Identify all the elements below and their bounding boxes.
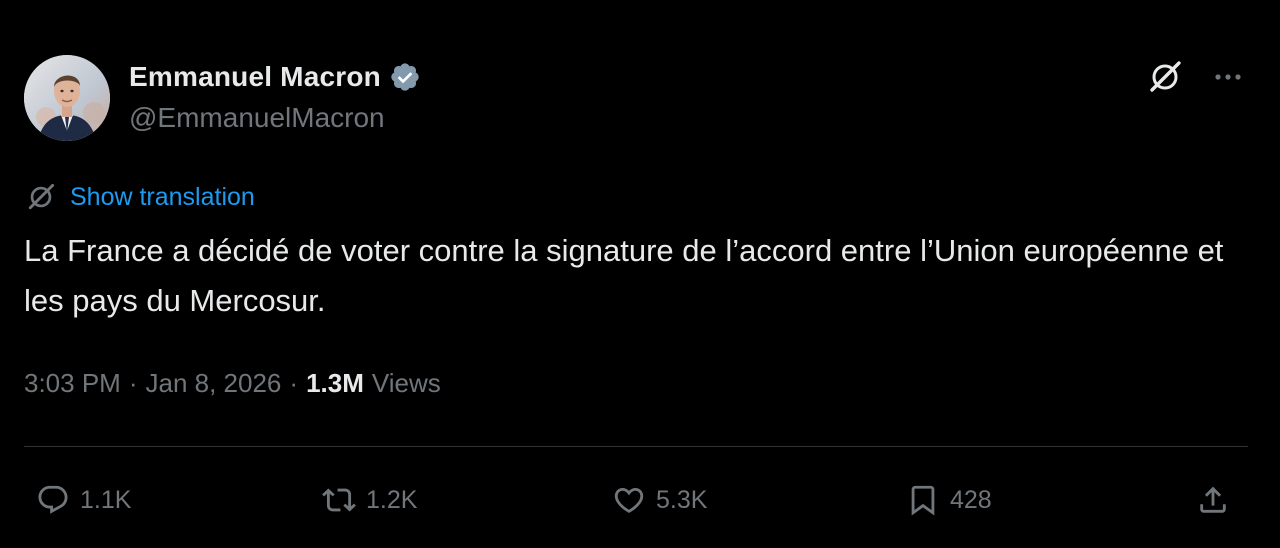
like-button[interactable]: 5.3K (612, 472, 707, 528)
reply-button[interactable]: 1.1K (36, 472, 131, 528)
tweet-text: La France a décidé de voter contre la si… (24, 233, 1224, 318)
views-count[interactable]: 1.3M (306, 368, 364, 399)
repost-count: 1.2K (366, 485, 418, 514)
bookmark-icon (911, 485, 935, 516)
tweet-action-bar: 1.1K 1.2K 5.3K 428 (0, 472, 1280, 528)
share-button[interactable] (1196, 472, 1230, 528)
bookmark-count: 428 (950, 485, 992, 514)
show-translation-link[interactable]: Show translation (70, 183, 255, 212)
tweet-top-actions (1146, 58, 1246, 96)
divider (24, 446, 1248, 447)
tweet-date[interactable]: Jan 8, 2026 (146, 368, 282, 399)
reply-icon (38, 485, 68, 514)
grok-translate-icon (24, 180, 58, 214)
tweet-time[interactable]: 3:03 PM (24, 368, 121, 399)
heart-icon (614, 487, 644, 513)
repost-icon (322, 488, 356, 512)
verified-badge-icon[interactable] (389, 61, 421, 93)
more-icon[interactable] (1210, 59, 1246, 95)
translation-row: Show translation (24, 180, 255, 214)
bookmark-button[interactable]: 428 (906, 472, 992, 528)
author-display-name[interactable]: Emmanuel Macron (129, 61, 381, 93)
meta-separator: · (289, 368, 299, 398)
avatar[interactable] (24, 55, 110, 141)
repost-button[interactable]: 1.2K (322, 472, 417, 528)
avatar-image (24, 55, 110, 141)
grok-icon[interactable] (1146, 58, 1184, 96)
views-label[interactable]: Views (372, 368, 441, 399)
author-handle[interactable]: @EmmanuelMacron (129, 102, 385, 134)
meta-separator: · (128, 368, 138, 398)
tweet-detail: Emmanuel Macron @EmmanuelMacron Show tra… (0, 0, 1280, 548)
reply-count: 1.1K (80, 485, 132, 514)
like-count: 5.3K (656, 485, 708, 514)
tweet-meta: 3:03 PM · Jan 8, 2026 · 1.3M Views (24, 368, 441, 399)
share-icon (1200, 486, 1226, 513)
author-name-row[interactable]: Emmanuel Macron (129, 58, 421, 96)
